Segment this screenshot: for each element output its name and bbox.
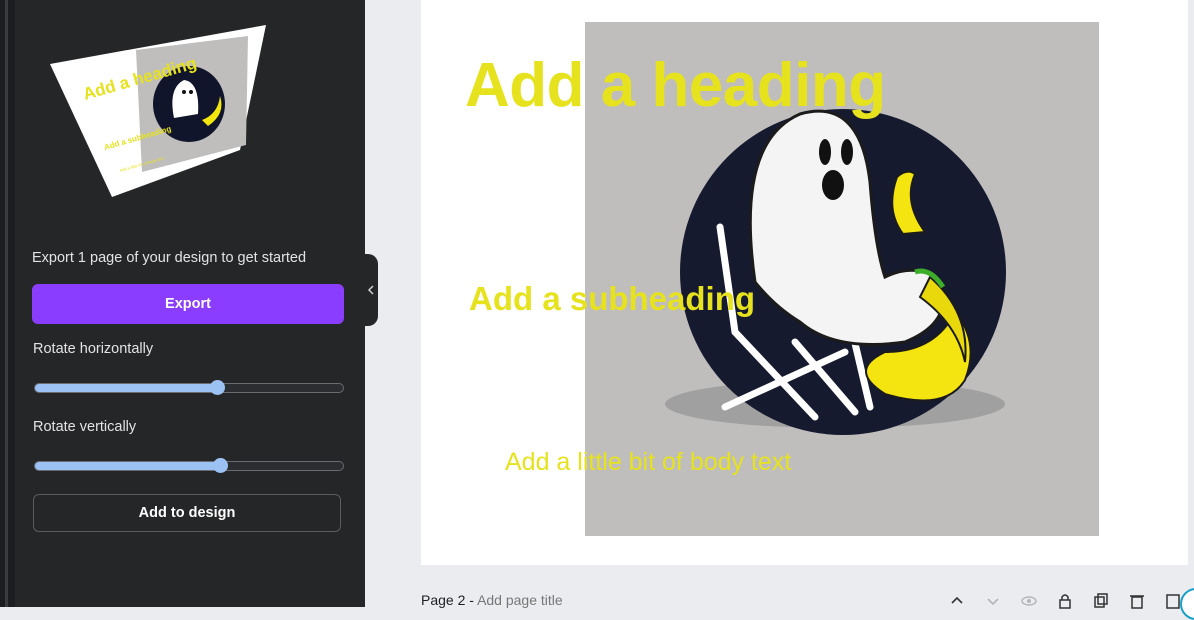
rotate-vertical-fill [35, 462, 220, 470]
canvas-body-text[interactable]: Add a little bit of body text [505, 448, 791, 477]
page-tools [948, 592, 1182, 610]
rotated-preview: Add a heading Add a subheading Add a lit… [50, 22, 270, 202]
trash-icon[interactable] [1128, 592, 1146, 610]
rotate-vertical-label: Rotate vertically [33, 419, 137, 435]
page-number-label: Page 2 - [421, 592, 474, 608]
mockup-panel: Add a heading Add a subheading Add a lit… [15, 0, 365, 607]
rotate-horizontal-thumb[interactable] [209, 380, 225, 395]
rotate-vertical-thumb[interactable] [212, 458, 228, 473]
canvas-subheading-text[interactable]: Add a subheading [469, 280, 755, 318]
export-button[interactable]: Export [32, 284, 344, 324]
rotate-vertical-slider[interactable] [34, 458, 344, 473]
page-title-bar: Page 2 - Add page title [421, 592, 563, 608]
rotate-horizontal-fill [35, 384, 217, 392]
rotate-horizontal-label: Rotate horizontally [33, 341, 154, 357]
chevron-left-icon [367, 285, 374, 295]
left-rail [0, 0, 15, 607]
help-button[interactable] [1180, 588, 1194, 620]
eye-icon[interactable] [1020, 592, 1038, 610]
chevron-up-icon[interactable] [948, 592, 966, 610]
collapse-panel-button[interactable] [364, 254, 378, 326]
canvas-heading-text[interactable]: Add a heading [465, 50, 886, 121]
add-to-design-button[interactable]: Add to design [33, 494, 341, 532]
design-canvas-page[interactable]: Add a heading Add a subheading Add a lit… [421, 0, 1188, 565]
duplicate-icon[interactable] [1092, 592, 1110, 610]
export-prompt-text: Export 1 page of your design to get star… [32, 250, 307, 266]
page-title-input[interactable]: Add page title [477, 592, 563, 608]
lock-icon[interactable] [1056, 592, 1074, 610]
chevron-down-icon[interactable] [984, 592, 1002, 610]
rotate-horizontal-slider[interactable] [34, 380, 344, 395]
